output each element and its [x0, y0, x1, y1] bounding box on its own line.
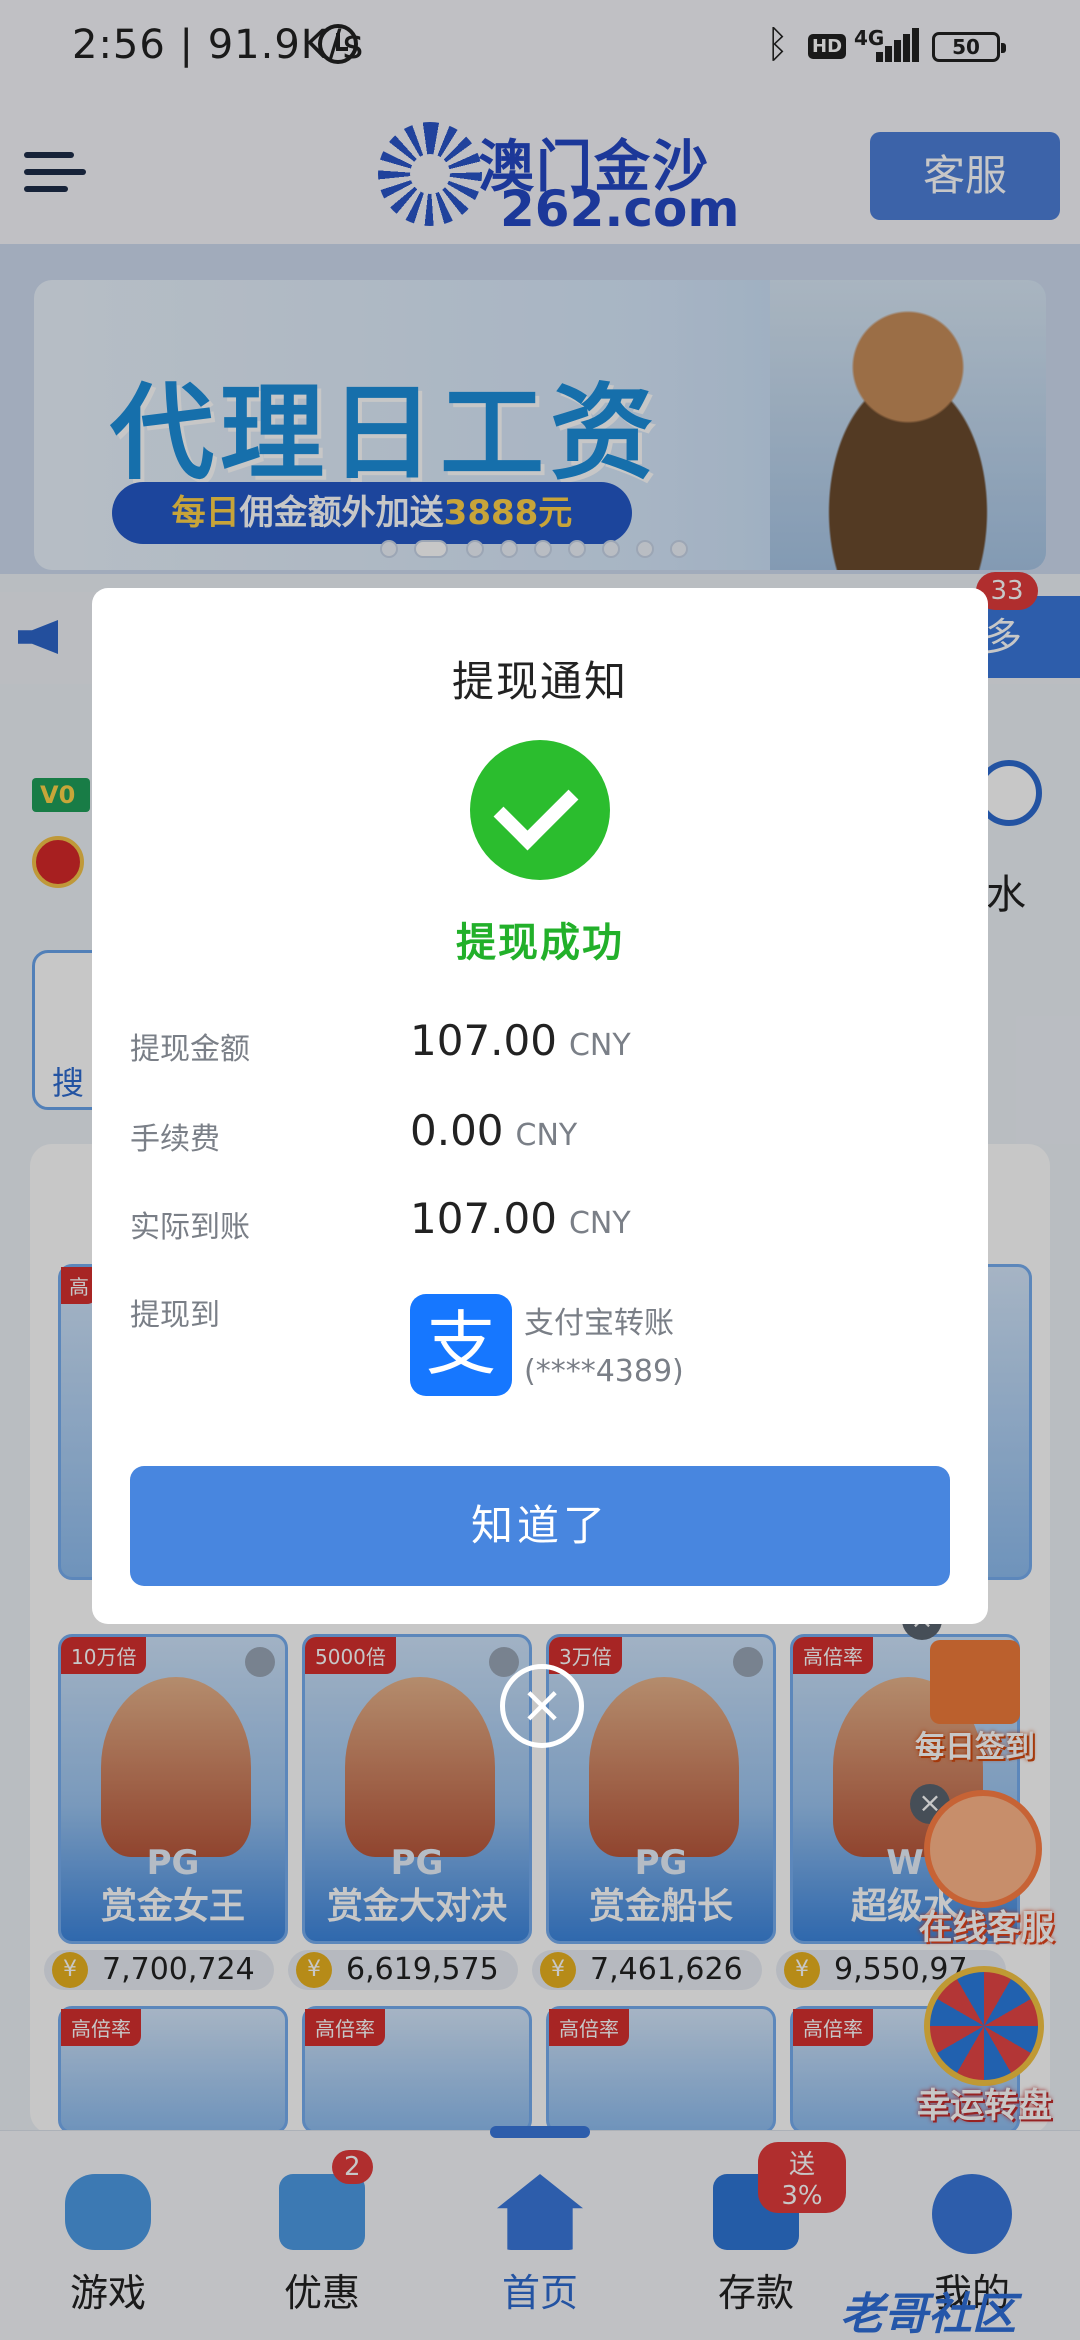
currency-unit: CNY	[568, 1028, 631, 1063]
destination-label: 提现到	[130, 1298, 220, 1333]
fee-value-row: 0.00 CNY	[410, 1106, 577, 1155]
confirm-button[interactable]: 知道了	[130, 1466, 950, 1586]
dialog-title: 提现通知	[451, 657, 628, 706]
currency-unit: CNY	[515, 1118, 578, 1153]
amount-value-row: 107.00 CNY	[410, 1016, 631, 1065]
received-value: 107.00	[410, 1194, 557, 1243]
amount-value: 107.00	[410, 1016, 557, 1065]
destination-name: 支付宝转账	[524, 1306, 674, 1341]
destination-account: (****4389)	[524, 1354, 684, 1389]
success-check-icon	[470, 740, 610, 880]
fee-value: 0.00	[410, 1106, 504, 1155]
received-label: 实际到账	[130, 1210, 250, 1245]
alipay-icon: 支	[410, 1294, 512, 1396]
status-text: 提现成功	[456, 920, 624, 966]
fee-label: 手续费	[130, 1122, 220, 1157]
withdrawal-notice-dialog: 提现通知 提现成功 提现金额 107.00 CNY 手续费 0.00 CNY 实际到…	[92, 588, 988, 1624]
currency-unit: CNY	[568, 1206, 631, 1241]
received-value-row: 107.00 CNY	[410, 1194, 631, 1243]
amount-label: 提现金额	[130, 1032, 250, 1067]
dialog-close-icon[interactable]: ×	[500, 1664, 584, 1748]
